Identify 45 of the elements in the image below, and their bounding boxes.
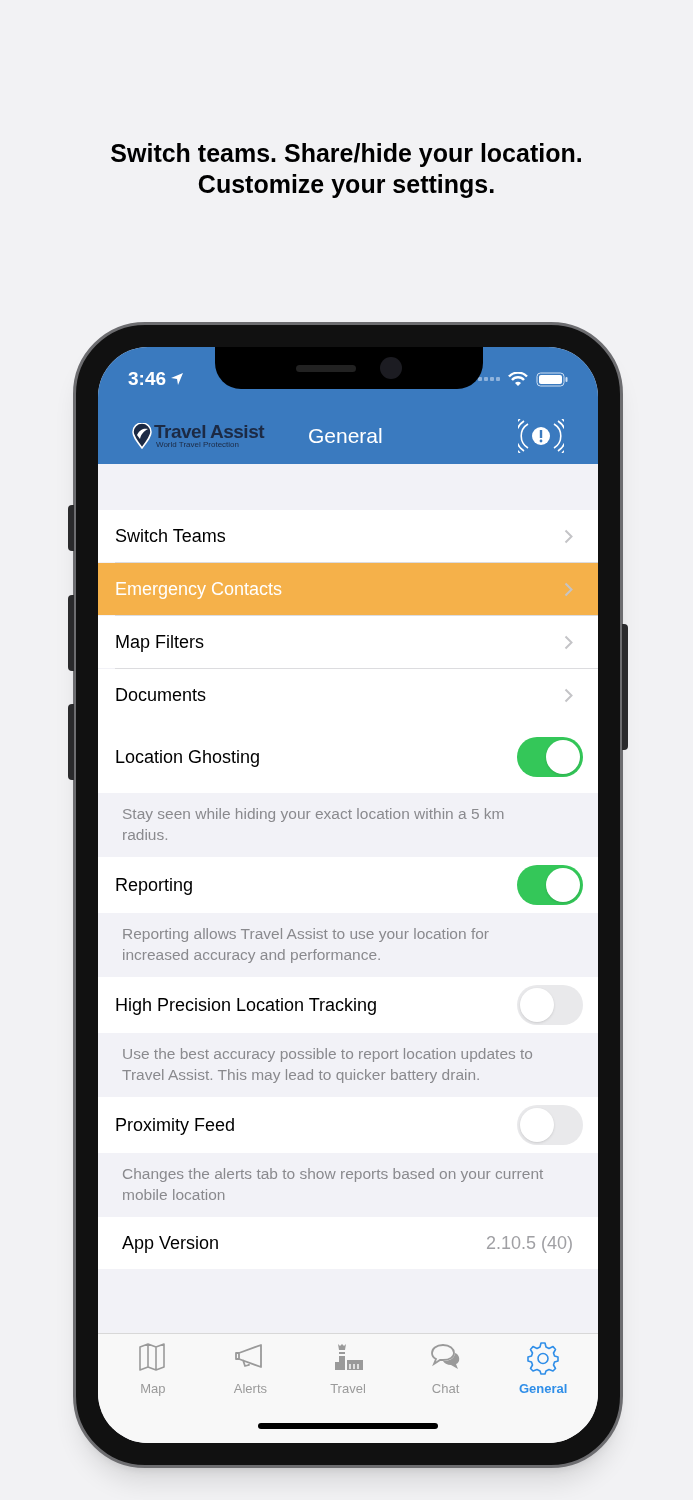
- settings-row[interactable]: Emergency Contacts: [98, 563, 598, 615]
- toggle-switch[interactable]: [517, 737, 583, 777]
- footer-note: Changes the alerts tab to show reports based on your current mobile location: [121, 1164, 545, 1205]
- setting-label: Reporting: [115, 873, 194, 897]
- setting-label: Location Ghosting: [115, 745, 261, 769]
- settings-row[interactable]: Map Filters: [98, 616, 598, 668]
- battery-icon: [536, 371, 568, 387]
- footer-note: Use the best accuracy possible to report location updates to Travel Assist. This may lead to quicker battery drain.: [121, 1044, 534, 1085]
- status-time: 3:46: [128, 366, 167, 391]
- sos-alert-icon[interactable]: [518, 418, 564, 453]
- version-value: 2.10.5 (40): [485, 1231, 573, 1255]
- brand-tagline: World Travel Protection: [155, 441, 240, 449]
- toggle-switch[interactable]: [517, 985, 583, 1025]
- chevron-icon: [564, 634, 573, 650]
- location-pin-icon: [132, 422, 152, 449]
- setting-label: Proximity Feed: [115, 1113, 236, 1137]
- footer-note: Stay seen while hiding your exact location within a 5 km radius.: [121, 804, 506, 845]
- setting-label: App Version: [122, 1231, 220, 1255]
- brand-name: Travel Assist: [154, 422, 265, 441]
- speaker-grille: [296, 364, 356, 372]
- tab-item[interactable]: Chat: [405, 1342, 486, 1399]
- side-button[interactable]: [68, 505, 74, 551]
- settings-icon: [527, 1342, 560, 1375]
- footer-note: Reporting allows Travel Assist to use your location for increased accuracy and performance.: [121, 924, 490, 965]
- location-arrow-icon: [170, 372, 185, 386]
- setting-label: High Precision Location Tracking: [115, 993, 378, 1017]
- side-button[interactable]: [68, 704, 74, 780]
- chevron-icon: [564, 581, 573, 597]
- side-button[interactable]: [68, 595, 74, 671]
- camera-lens: [380, 357, 402, 379]
- toggle-switch[interactable]: [517, 1105, 583, 1145]
- tab-item[interactable]: Travel: [308, 1342, 388, 1399]
- screen-title: General: [308, 422, 383, 449]
- wifi-icon: [508, 371, 528, 387]
- tab-item[interactable]: Alerts: [210, 1342, 291, 1399]
- settings-row[interactable]: Documents: [98, 669, 598, 721]
- settings-row[interactable]: Switch Teams: [98, 510, 598, 562]
- tab-item[interactable]: General: [503, 1342, 584, 1399]
- tab-item[interactable]: Map: [112, 1342, 193, 1399]
- chevron-icon: [564, 528, 573, 544]
- toggle-switch[interactable]: [517, 865, 583, 905]
- caption-text: Customize your settings.: [197, 169, 496, 200]
- chevron-icon: [564, 687, 573, 703]
- caption-text: Switch teams. Share/hide your location.: [110, 138, 583, 169]
- signal-icon: [478, 376, 500, 382]
